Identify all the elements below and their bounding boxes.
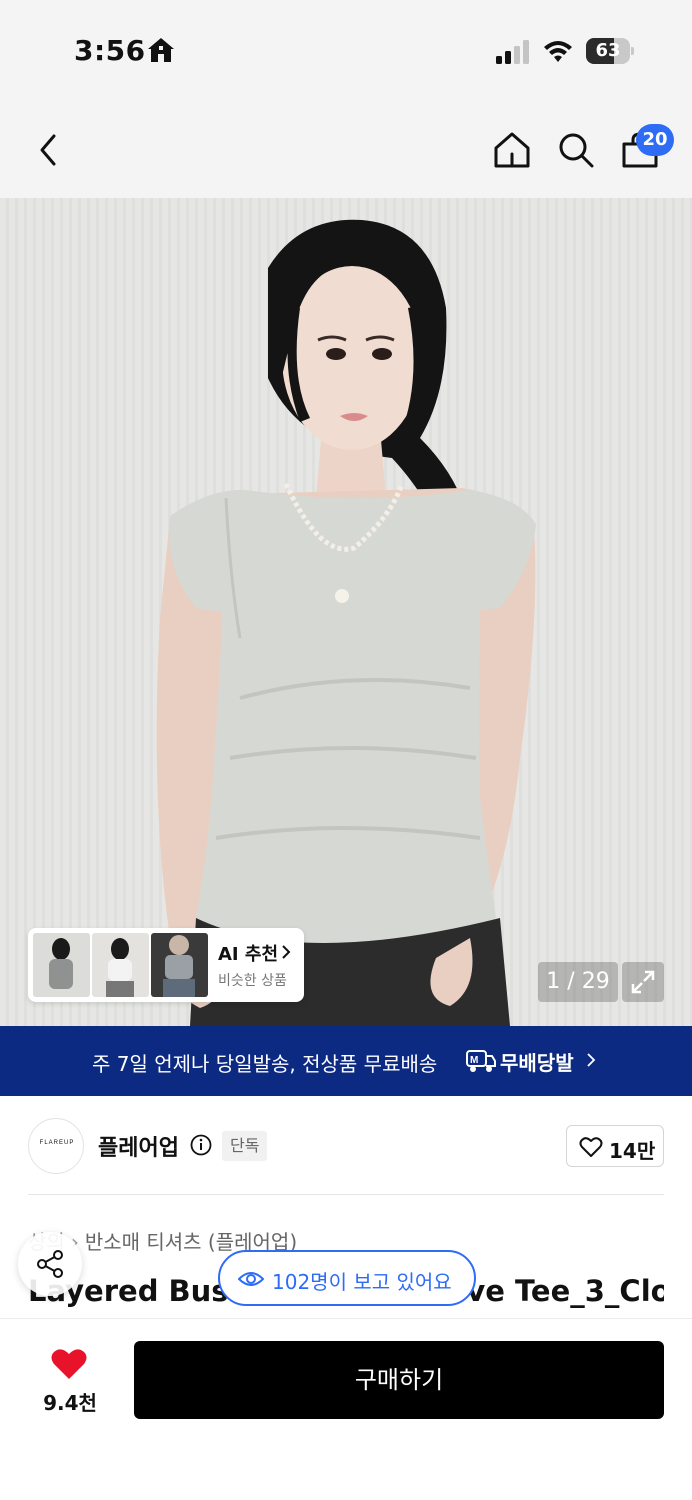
- wifi-icon: [544, 41, 572, 62]
- ai-recommendation-subtitle: 비슷한 상품: [218, 973, 287, 989]
- delivery-truck-icon: M: [466, 1050, 496, 1072]
- exclusive-badge: 단독: [222, 1131, 268, 1161]
- status-bar: 3:56 63: [0, 0, 692, 100]
- expand-icon: [631, 970, 655, 994]
- product-photo: [156, 219, 537, 1026]
- delivery-banner[interactable]: 주 7일 언제나 당일발송, 전상품 무료배송 M 무배당발: [0, 1026, 692, 1096]
- product-image-carousel[interactable]: AI 추천 비슷한 상품 1 / 29: [0, 198, 692, 1026]
- ai-thumbnail[interactable]: [33, 933, 90, 997]
- ai-recommendation-title: AI 추천: [218, 944, 279, 965]
- chevron-right-icon: [587, 1053, 596, 1067]
- brand-logo-text: FLAREUP: [39, 1140, 75, 1146]
- info-icon[interactable]: [190, 1134, 212, 1156]
- search-icon[interactable]: [556, 130, 596, 170]
- wishlist-button[interactable]: 9.4천: [30, 1345, 110, 1415]
- delivery-brand: 무배당발: [500, 1051, 574, 1075]
- battery-percent: 63: [595, 40, 621, 61]
- brand-name[interactable]: 플레어업: [98, 1130, 179, 1162]
- brand-like-button[interactable]: 14만: [566, 1125, 664, 1167]
- status-time: 3:56: [74, 34, 146, 67]
- heart-filled-icon: [51, 1349, 87, 1379]
- buy-button[interactable]: 구매하기: [134, 1341, 664, 1419]
- share-button[interactable]: [18, 1232, 82, 1296]
- divider: [28, 1194, 664, 1195]
- brand-like-count: 14만: [609, 1139, 656, 1163]
- ai-thumbnail[interactable]: [151, 933, 208, 997]
- back-arrow-icon[interactable]: [34, 130, 64, 170]
- eye-icon: [238, 1272, 264, 1286]
- share-icon: [37, 1250, 63, 1278]
- heart-outline-icon: [579, 1137, 603, 1157]
- image-counter: 1 / 29: [538, 962, 618, 1002]
- ai-recommendation-card[interactable]: AI 추천 비슷한 상품: [28, 928, 304, 1002]
- live-viewers-text: 102명이 보고 있어요: [272, 1270, 452, 1294]
- delivery-banner-text: 주 7일 언제나 당일발송, 전상품 무료배송: [92, 1052, 438, 1076]
- battery-indicator: 63: [586, 38, 634, 64]
- live-viewers-pill: 102명이 보고 있어요: [218, 1250, 476, 1306]
- ai-thumbnail[interactable]: [92, 933, 149, 997]
- chevron-right-icon: [282, 945, 291, 959]
- bottom-action-bar: 9.4천 구매하기: [0, 1318, 692, 1500]
- brand-logo[interactable]: FLAREUP: [28, 1118, 84, 1174]
- fullscreen-button[interactable]: [622, 962, 664, 1002]
- signal-icon: [496, 40, 529, 64]
- wishlist-count: 9.4천: [43, 1391, 97, 1415]
- top-nav-bar: 20: [0, 100, 692, 198]
- home-icon[interactable]: [492, 130, 532, 170]
- home-status-icon: [148, 38, 174, 62]
- svg-text:M: M: [470, 1055, 478, 1066]
- cart-count-badge: 20: [636, 124, 674, 156]
